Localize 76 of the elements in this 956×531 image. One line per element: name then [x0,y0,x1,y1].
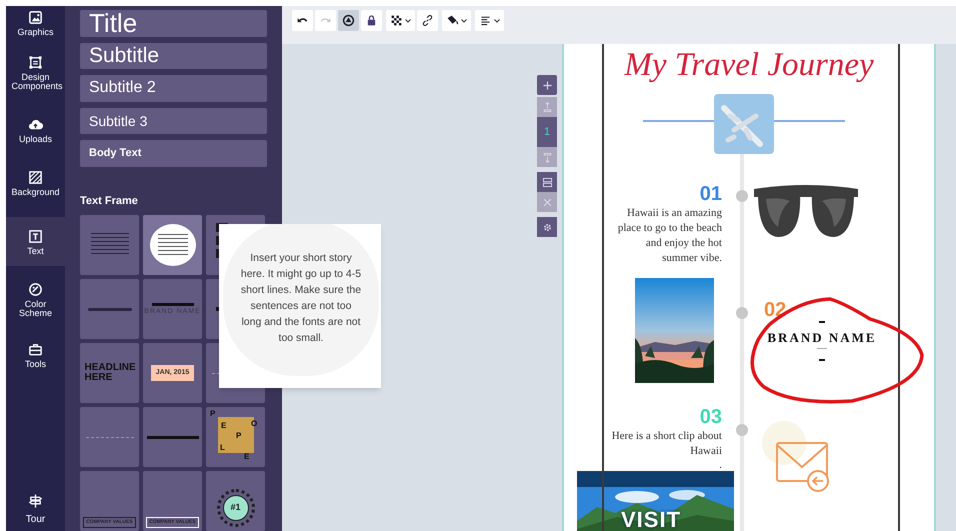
toolbar-button[interactable] [361,10,382,31]
tile-letter: L [220,444,225,452]
text-frame-tile[interactable] [80,279,139,339]
plus-icon [540,78,554,92]
toolbar-button[interactable] [442,10,471,31]
rail-button[interactable]: Uploads [6,113,65,154]
page-control-button[interactable] [537,217,557,237]
text-style-button[interactable]: Subtitle 2 [80,75,267,102]
entry-text: Hawaii is an amazing place to go to the beach and enjoy the hot summer vibe. [616,206,722,266]
entry-text: Here is a short clip about Hawaii [610,429,722,459]
page-control-button[interactable] [537,75,557,95]
toolbox-icon [28,342,43,357]
text-style-button[interactable]: Subtitle 3 [80,108,267,134]
tile-letter: P [210,410,216,418]
script-text-drawing [88,308,132,310]
speech-bubble-drawing [150,224,196,266]
rail-button[interactable]: Background [6,166,65,207]
text-style-button[interactable]: Title [80,10,267,36]
paint-bucket-icon [446,14,459,27]
frame-icon [28,55,43,70]
entry-text: . [719,460,722,471]
rail-button[interactable]: Graphics [6,6,65,47]
text-frame-tile[interactable] [143,215,202,275]
caret-icon [461,18,467,22]
align-icon [479,14,492,27]
label-bar [152,303,194,306]
rail-button[interactable]: Design Components [6,51,65,101]
preview-text: Insert your short story here. It might go up to 4-5 short lines. Make sure the sentences are not too long and the fonts are not too small. [240,251,362,346]
toolbar-button[interactable] [386,10,415,31]
dash-mark [819,321,825,323]
tile-letter: E [244,453,250,461]
text-bar [146,436,198,438]
toolbar-button[interactable] [338,10,359,31]
tile-letter: P [236,432,242,440]
step-number: 01 [698,184,722,204]
palette-icon [28,282,43,297]
caret-icon [405,18,411,22]
hatched-square-icon [28,170,43,185]
tile-text: HEADLINE HERE [84,363,134,383]
dash-mark [819,359,825,361]
rail-button[interactable]: Text [6,217,65,266]
banner-text: VISIT [621,509,682,531]
page-title: My Travel Journey [623,49,875,82]
step-number: 03 [698,407,722,427]
checkerboard-icon [390,14,403,27]
section-title: Text Frame [80,194,139,208]
tour-button[interactable]: Tour [6,493,65,531]
toolbar-button[interactable] [417,10,438,31]
text-frame-tile[interactable] [143,407,202,467]
tile-letter: E [221,422,226,430]
text-style-button[interactable]: Subtitle [80,42,267,69]
rail-button[interactable]: Tools [6,338,65,379]
image-icon [28,10,43,25]
tile-letter: O [251,420,258,428]
page-number-button[interactable]: 1 [537,117,557,147]
text-box-icon [28,229,43,244]
split-icon [540,176,554,188]
lock-icon [365,14,378,27]
page-control-button[interactable] [537,172,557,192]
text-style-button[interactable]: Body Text [80,140,267,166]
cloud-upload-icon [28,117,43,132]
toolbar-button[interactable] [475,10,504,31]
text-frame-tile[interactable]: #1 [206,471,265,531]
tagline-line [817,348,827,349]
signpost-icon [28,493,43,509]
brand-name: BRAND NAME [767,331,877,344]
rail-button[interactable]: Color Scheme [6,278,65,328]
envelope-icon [775,441,831,493]
text-frame-tile[interactable]: P E O P L E [206,407,265,467]
text-frame-tile[interactable] [80,407,139,467]
badge-text: #1 [222,495,248,521]
text-frame-tile[interactable] [80,215,139,275]
dashed-line [86,436,134,438]
caret-icon [494,18,500,22]
toolbar-button[interactable] [292,10,313,31]
link-icon [421,14,434,27]
